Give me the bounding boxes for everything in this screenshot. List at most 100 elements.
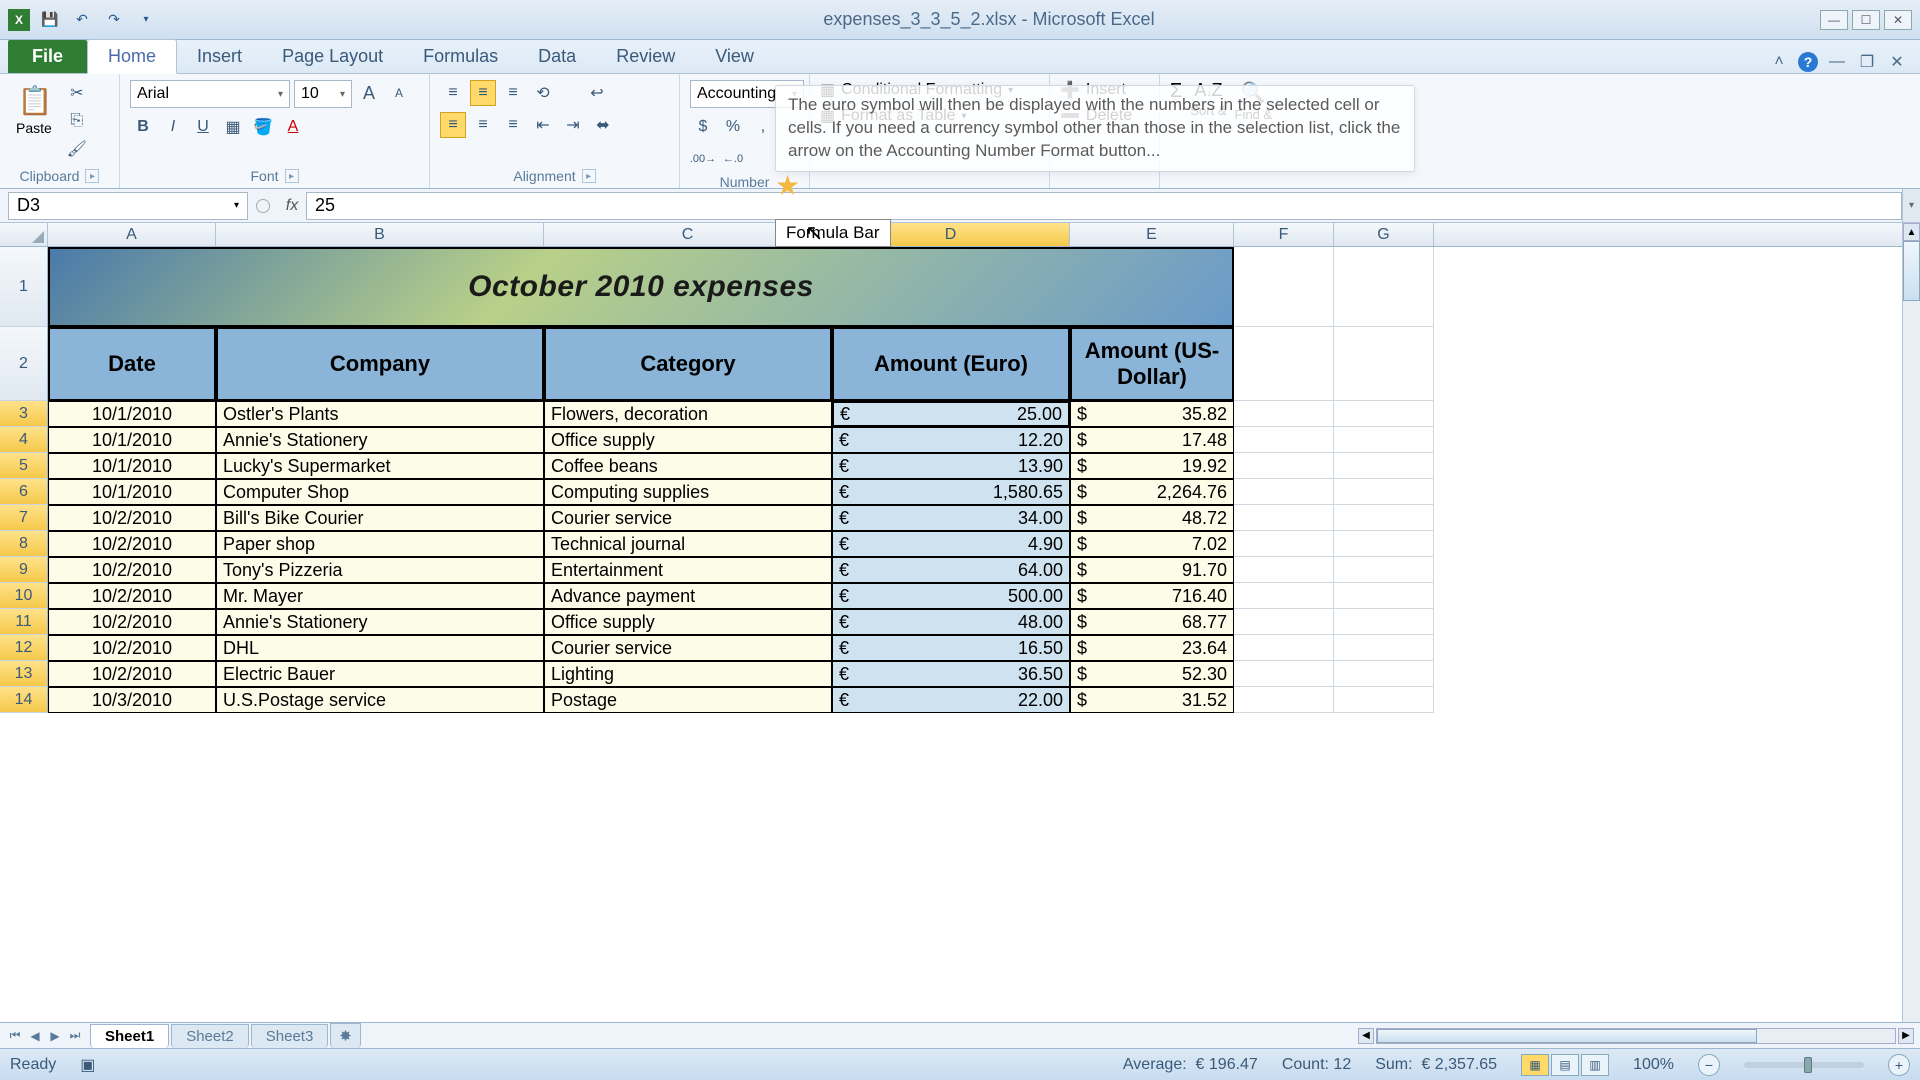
normal-view-button[interactable]: ▦ bbox=[1521, 1054, 1549, 1076]
qat-more-icon[interactable]: ▾ bbox=[134, 8, 158, 32]
row-header-2[interactable]: 2 bbox=[0, 327, 48, 401]
cell-empty[interactable] bbox=[1234, 531, 1334, 557]
cell-amount-usd[interactable]: $716.40 bbox=[1070, 583, 1234, 609]
cell-amount-euro[interactable]: €22.00 bbox=[832, 687, 1070, 713]
tab-view[interactable]: View bbox=[695, 40, 774, 73]
cell-date[interactable]: 10/1/2010 bbox=[48, 453, 216, 479]
window-min-doc-icon[interactable]: — bbox=[1826, 51, 1848, 73]
cell-date[interactable]: 10/2/2010 bbox=[48, 635, 216, 661]
cell-amount-euro[interactable]: €48.00 bbox=[832, 609, 1070, 635]
sheet-title-cell[interactable]: October 2010 expenses bbox=[48, 247, 1234, 327]
cell-empty[interactable] bbox=[1334, 427, 1434, 453]
cell-empty[interactable] bbox=[1234, 427, 1334, 453]
minimize-button[interactable]: — bbox=[1820, 10, 1848, 30]
increase-decimal-icon[interactable]: .00→ bbox=[690, 146, 716, 172]
cell-company[interactable]: Annie's Stationery bbox=[216, 609, 544, 635]
wrap-text-icon[interactable]: ↩ bbox=[584, 80, 610, 106]
orientation-icon[interactable]: ⟲ bbox=[530, 80, 556, 106]
col-header-f[interactable]: F bbox=[1234, 223, 1334, 246]
minimize-ribbon-icon[interactable]: ˄ bbox=[1768, 51, 1790, 73]
header-category[interactable]: Category bbox=[544, 327, 832, 401]
cell-category[interactable]: Courier service bbox=[544, 635, 832, 661]
row-header[interactable]: 8 bbox=[0, 531, 48, 557]
zoom-slider[interactable] bbox=[1744, 1062, 1864, 1068]
accounting-format-icon[interactable]: $ bbox=[690, 114, 716, 140]
decrease-decimal-icon[interactable]: ←.0 bbox=[720, 146, 746, 172]
header-company[interactable]: Company bbox=[216, 327, 544, 401]
font-size-dropdown[interactable]: 10▾ bbox=[294, 80, 352, 108]
row-header[interactable]: 10 bbox=[0, 583, 48, 609]
fx-icon[interactable]: fx bbox=[278, 197, 306, 215]
row-header[interactable]: 12 bbox=[0, 635, 48, 661]
zoom-level[interactable]: 100% bbox=[1633, 1056, 1674, 1074]
cell-category[interactable]: Office supply bbox=[544, 427, 832, 453]
page-break-view-button[interactable]: ▥ bbox=[1581, 1054, 1609, 1076]
underline-button[interactable]: U bbox=[190, 114, 216, 140]
italic-button[interactable]: I bbox=[160, 114, 186, 140]
cell-amount-usd[interactable]: $35.82 bbox=[1070, 401, 1234, 427]
tab-file[interactable]: File bbox=[8, 40, 87, 73]
row-header[interactable]: 13 bbox=[0, 661, 48, 687]
cell-date[interactable]: 10/1/2010 bbox=[48, 427, 216, 453]
cell-company[interactable]: Mr. Mayer bbox=[216, 583, 544, 609]
format-painter-icon[interactable]: 🖌 bbox=[64, 136, 90, 162]
cut-icon[interactable]: ✂ bbox=[64, 80, 90, 106]
sheet-tab-2[interactable]: Sheet2 bbox=[171, 1024, 249, 1048]
name-box[interactable]: D3▾ bbox=[8, 192, 248, 220]
window-restore-doc-icon[interactable]: ❐ bbox=[1856, 51, 1878, 73]
cell-category[interactable]: Postage bbox=[544, 687, 832, 713]
cell-amount-euro[interactable]: €64.00 bbox=[832, 557, 1070, 583]
header-euro[interactable]: Amount (Euro) bbox=[832, 327, 1070, 401]
cell-empty[interactable] bbox=[1234, 505, 1334, 531]
tab-page-layout[interactable]: Page Layout bbox=[262, 40, 403, 73]
percent-format-icon[interactable]: % bbox=[720, 114, 746, 140]
copy-icon[interactable]: ⎘ bbox=[64, 108, 90, 134]
cell-company[interactable]: Lucky's Supermarket bbox=[216, 453, 544, 479]
clipboard-dialog-launcher[interactable]: ▸ bbox=[85, 169, 99, 183]
cell-category[interactable]: Courier service bbox=[544, 505, 832, 531]
cell-empty[interactable] bbox=[1234, 609, 1334, 635]
align-left-icon[interactable]: ≡ bbox=[440, 112, 466, 138]
hscroll-thumb[interactable] bbox=[1377, 1029, 1757, 1043]
new-sheet-icon[interactable]: ✸ bbox=[330, 1023, 361, 1048]
cell-empty[interactable] bbox=[1234, 661, 1334, 687]
horizontal-scrollbar[interactable]: ◀ ▶ bbox=[1358, 1028, 1920, 1044]
undo-icon[interactable]: ↶ bbox=[70, 8, 94, 32]
prev-sheet-icon[interactable]: ◀ bbox=[26, 1027, 44, 1045]
cell-empty[interactable] bbox=[1334, 453, 1434, 479]
cell-g1[interactable] bbox=[1334, 247, 1434, 327]
increase-indent-icon[interactable]: ⇥ bbox=[560, 112, 586, 138]
tab-home[interactable]: Home bbox=[87, 39, 177, 74]
cell-date[interactable]: 10/2/2010 bbox=[48, 557, 216, 583]
cell-empty[interactable] bbox=[1234, 583, 1334, 609]
row-header[interactable]: 5 bbox=[0, 453, 48, 479]
cell-amount-usd[interactable]: $17.48 bbox=[1070, 427, 1234, 453]
cell-amount-euro[interactable]: €16.50 bbox=[832, 635, 1070, 661]
cell-company[interactable]: Computer Shop bbox=[216, 479, 544, 505]
save-icon[interactable]: 💾 bbox=[38, 8, 62, 32]
cell-date[interactable]: 10/2/2010 bbox=[48, 609, 216, 635]
cell-empty[interactable] bbox=[1334, 609, 1434, 635]
cell-amount-usd[interactable]: $31.52 bbox=[1070, 687, 1234, 713]
row-header-1[interactable]: 1 bbox=[0, 247, 48, 327]
cell-date[interactable]: 10/3/2010 bbox=[48, 687, 216, 713]
cell-category[interactable]: Lighting bbox=[544, 661, 832, 687]
cell-company[interactable]: U.S.Postage service bbox=[216, 687, 544, 713]
cell-company[interactable]: Paper shop bbox=[216, 531, 544, 557]
hscroll-right-icon[interactable]: ▶ bbox=[1898, 1028, 1914, 1044]
align-right-icon[interactable]: ≡ bbox=[500, 112, 526, 138]
cell-amount-usd[interactable]: $48.72 bbox=[1070, 505, 1234, 531]
cell-empty[interactable] bbox=[1334, 479, 1434, 505]
zoom-slider-thumb[interactable] bbox=[1804, 1057, 1812, 1073]
window-close-doc-icon[interactable]: ✕ bbox=[1886, 51, 1908, 73]
cell-amount-usd[interactable]: $2,264.76 bbox=[1070, 479, 1234, 505]
cell-empty[interactable] bbox=[1334, 687, 1434, 713]
cell-empty[interactable] bbox=[1234, 401, 1334, 427]
header-date[interactable]: Date bbox=[48, 327, 216, 401]
cell-empty[interactable] bbox=[1334, 557, 1434, 583]
sheet-tab-3[interactable]: Sheet3 bbox=[251, 1024, 329, 1048]
cell-empty[interactable] bbox=[1334, 401, 1434, 427]
scroll-up-icon[interactable]: ▲ bbox=[1903, 223, 1920, 241]
fill-color-button[interactable]: 🪣 bbox=[250, 114, 276, 140]
cell-amount-usd[interactable]: $19.92 bbox=[1070, 453, 1234, 479]
